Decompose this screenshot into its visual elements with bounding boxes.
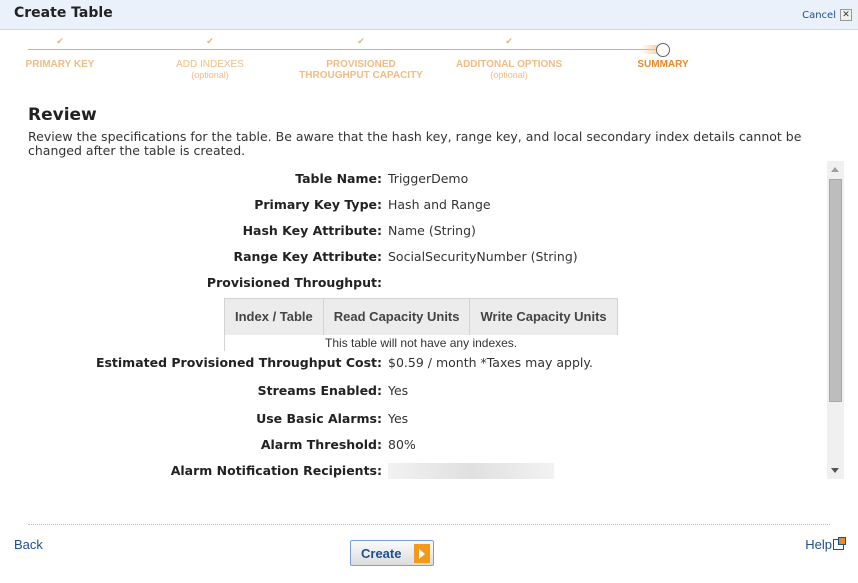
detail-row-range-key: Range Key Attribute: SocialSecurityNumbe…	[28, 249, 828, 267]
detail-row-estimated-cost: Estimated Provisioned Throughput Cost: $…	[28, 355, 828, 373]
wizard-step-provisioned-throughput: ✔ PROVISIONED THROUGHPUT CAPACITY	[298, 36, 424, 81]
empty-indexes-message: This table will not have any indexes.	[224, 334, 618, 351]
cancel-link[interactable]: Cancel	[802, 10, 836, 21]
checkmark-icon: ✔	[505, 37, 513, 47]
detail-row-hash-key: Hash Key Attribute: Name (String)	[28, 223, 828, 241]
detail-label: Provisioned Throughput:	[206, 275, 382, 290]
checkmark-icon: ✔	[206, 37, 214, 47]
step-label: PRIMARY KEY	[25, 59, 95, 70]
dialog-title: Create Table	[14, 5, 113, 21]
scroll-down-arrow-icon[interactable]	[831, 468, 839, 473]
create-button-label: Create	[361, 545, 402, 561]
current-step-circle-icon	[656, 43, 670, 57]
wizard-step-summary: SUMMARY	[630, 36, 696, 70]
detail-value: SocialSecurityNumber (String)	[388, 249, 578, 264]
detail-value: Hash and Range	[388, 197, 491, 212]
close-icon[interactable]: ✕	[840, 9, 852, 21]
review-heading: Review	[28, 105, 97, 125]
column-header-write-capacity: Write Capacity Units	[469, 298, 618, 335]
column-header-read-capacity: Read Capacity Units	[322, 298, 471, 335]
details-scrollbar[interactable]	[827, 161, 844, 479]
dialog-header: Create Table Cancel ✕	[0, 0, 858, 30]
detail-label: Alarm Threshold:	[260, 437, 382, 452]
detail-value: $0.59 / month *Taxes may apply.	[388, 355, 593, 370]
detail-value: Name (String)	[388, 223, 476, 238]
step-label: ADD INDEXES	[176, 59, 244, 70]
external-link-icon	[833, 537, 846, 550]
wizard-step-primary-key: ✔ PRIMARY KEY	[22, 36, 98, 70]
detail-label: Hash Key Attribute:	[242, 223, 382, 238]
detail-row-provisioned-throughput: Provisioned Throughput:	[28, 275, 828, 293]
detail-label: Use Basic Alarms:	[256, 411, 382, 426]
review-description: Review the specifications for the table.…	[28, 129, 802, 158]
wizard-progress: ✔ PRIMARY KEY ✔ ADD INDEXES (optional) ✔…	[0, 30, 858, 90]
detail-label: Primary Key Type:	[254, 197, 382, 212]
checkmark-icon: ✔	[357, 37, 365, 47]
create-button[interactable]: Create	[350, 540, 434, 566]
step-sublabel: (optional)	[490, 70, 528, 80]
detail-row-table-name: Table Name: TriggerDemo	[28, 171, 828, 189]
scroll-up-arrow-icon[interactable]	[831, 167, 839, 172]
step-label-line2: THROUGHPUT CAPACITY	[299, 70, 423, 81]
step-label: SUMMARY	[637, 59, 689, 70]
help-link[interactable]: Help	[805, 537, 846, 552]
footer-divider	[28, 524, 830, 525]
throughput-table-header: Index / Table Read Capacity Units Write …	[224, 298, 618, 335]
cancel-control[interactable]: Cancel ✕	[802, 9, 852, 21]
detail-label: Streams Enabled:	[257, 383, 382, 398]
review-details-panel: Table Name: TriggerDemo Primary Key Type…	[28, 163, 828, 479]
detail-row-basic-alarms: Use Basic Alarms: Yes	[28, 411, 828, 429]
detail-label: Alarm Notification Recipients:	[170, 463, 382, 478]
table-row: This table will not have any indexes.	[224, 334, 618, 351]
checkmark-icon: ✔	[56, 37, 64, 47]
detail-row-primary-key-type: Primary Key Type: Hash and Range	[28, 197, 828, 215]
detail-value: 80%	[388, 437, 416, 452]
detail-value: Yes	[388, 383, 409, 398]
wizard-step-additional-options: ✔ ADDITONAL OPTIONS (optional)	[448, 36, 570, 80]
throughput-table: Index / Table Read Capacity Units Write …	[224, 298, 618, 351]
detail-value: TriggerDemo	[388, 171, 469, 186]
arrow-right-icon	[414, 544, 430, 563]
column-header-index-table: Index / Table	[224, 298, 324, 335]
wizard-step-add-indexes: ✔ ADD INDEXES (optional)	[170, 36, 250, 80]
detail-row-alarm-threshold: Alarm Threshold: 80%	[28, 437, 828, 455]
back-link[interactable]: Back	[14, 537, 43, 552]
scroll-thumb[interactable]	[829, 179, 842, 402]
step-label: ADDITONAL OPTIONS	[455, 59, 563, 70]
detail-row-streams-enabled: Streams Enabled: Yes	[28, 383, 828, 401]
step-sublabel: (optional)	[191, 70, 229, 80]
detail-label: Range Key Attribute:	[233, 249, 382, 264]
redacted-recipients-value	[388, 463, 554, 479]
step-label: PROVISIONED	[326, 59, 396, 70]
help-label[interactable]: Help	[805, 537, 832, 552]
detail-label: Table Name:	[295, 171, 382, 186]
detail-value: Yes	[388, 411, 409, 426]
detail-label: Estimated Provisioned Throughput Cost:	[95, 355, 382, 370]
